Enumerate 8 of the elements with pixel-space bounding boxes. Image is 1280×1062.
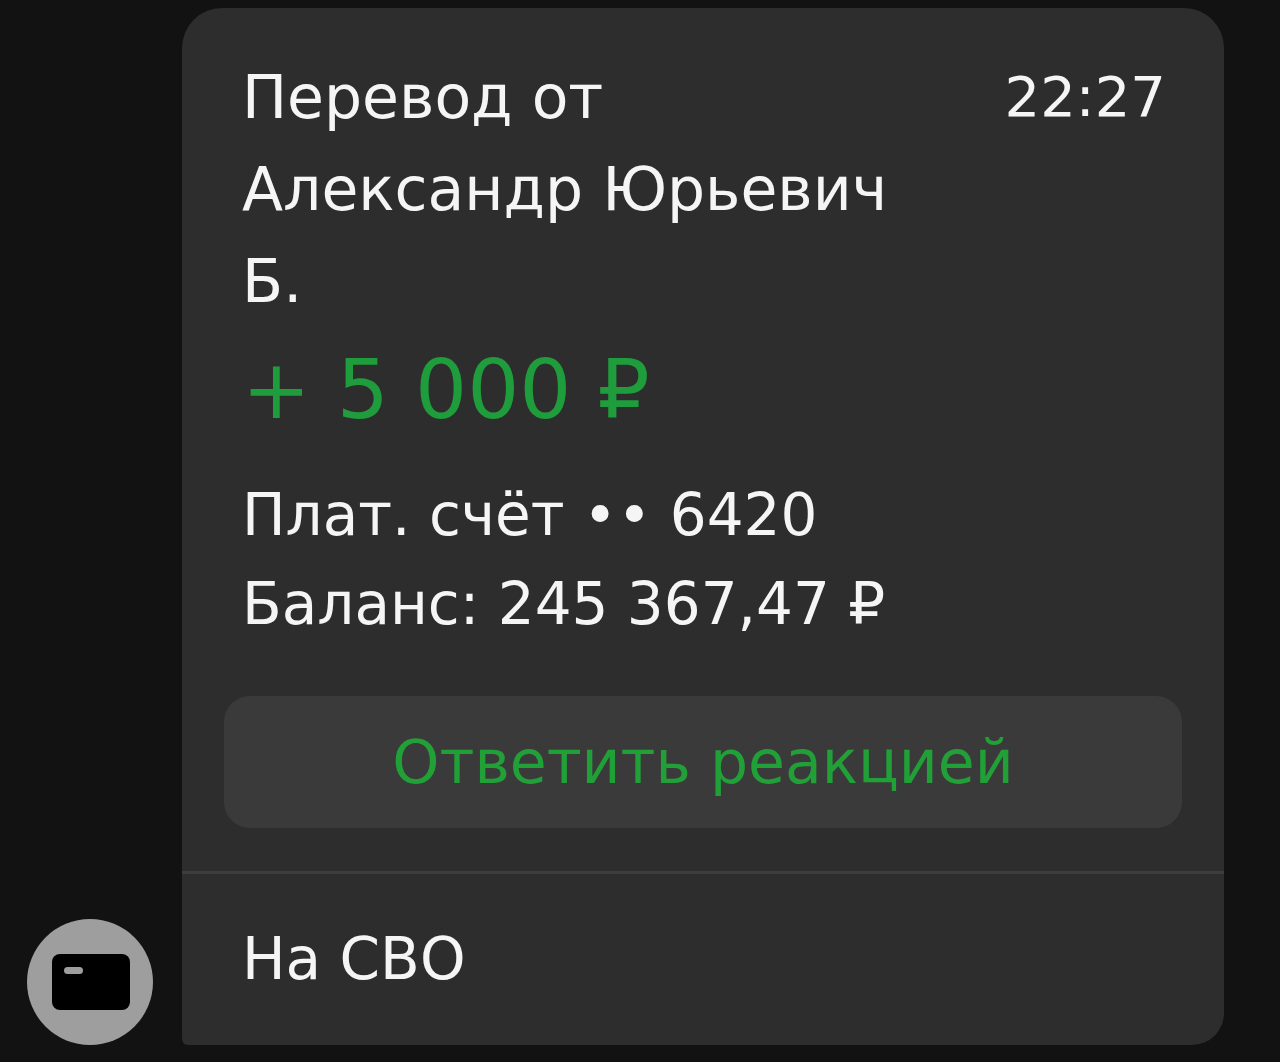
comment-text: На СВО: [242, 923, 466, 995]
message-time: 22:27: [1004, 63, 1166, 131]
account-info: Плат. счёт •• 6420: [242, 480, 818, 551]
balance-info: Баланс: 245 367,47 ₽: [242, 569, 886, 640]
reaction-button[interactable]: Ответить реакцией: [224, 696, 1182, 828]
amount: + 5 000 ₽: [242, 341, 650, 439]
card-icon: [27, 919, 153, 1045]
transfer-title: Перевод от Александр Юрьевич Б.: [242, 61, 889, 318]
